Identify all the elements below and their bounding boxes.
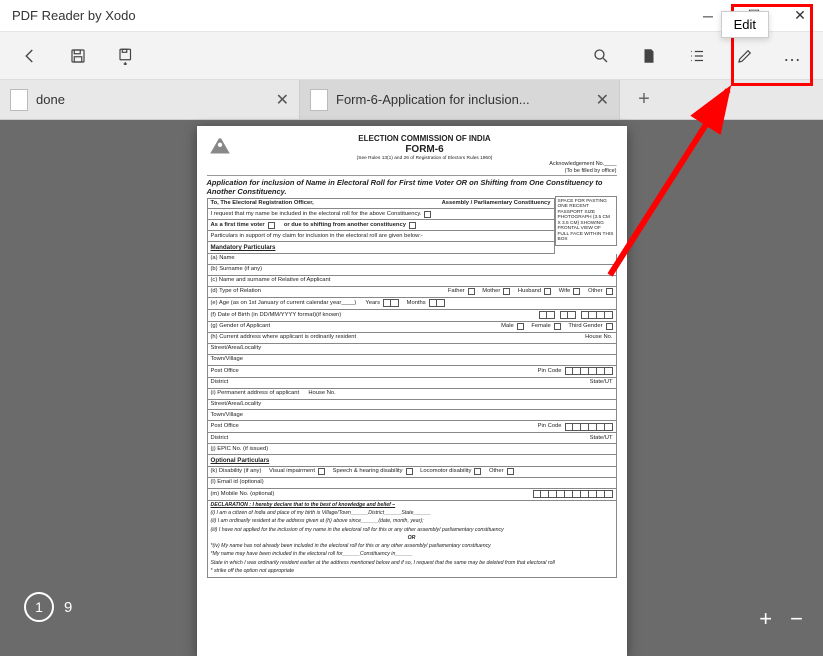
- tab-done[interactable]: done ✕: [0, 80, 300, 119]
- pdf-page: ELECTION COMMISSION OF INDIA FORM-6 (See…: [197, 126, 627, 656]
- field-town: Town/Village: [211, 356, 243, 363]
- page-indicator[interactable]: 1 9: [24, 592, 72, 622]
- tab-strip: done ✕ Form-6-Application for inclusion.…: [0, 80, 823, 120]
- field-curaddr: (h) Current address where applicant is o…: [211, 334, 357, 341]
- close-window-button[interactable]: ✕: [777, 0, 823, 32]
- save-button[interactable]: [56, 34, 100, 78]
- mandatory-header: Mandatory Particulars: [211, 244, 276, 251]
- first-time: As a first time voter: [211, 222, 265, 229]
- zoom-out-button[interactable]: −: [790, 606, 803, 632]
- pdf-thumb-icon: [310, 89, 328, 111]
- tab-label: done: [36, 92, 268, 107]
- pdf-thumb-icon: [10, 89, 28, 111]
- field-reltype: (d) Type of Relation: [211, 288, 261, 295]
- current-page: 1: [24, 592, 54, 622]
- field-dob: (f) Date of Birth (in DD/MM/YYYY format)…: [211, 312, 342, 319]
- app-title: PDF Reader by Xodo: [12, 8, 136, 23]
- save-icon: [69, 47, 87, 65]
- total-pages: 9: [64, 599, 72, 616]
- form-number: FORM-6: [207, 144, 617, 156]
- field-disability: (k) Disability (if any): [211, 468, 262, 475]
- view-options-button[interactable]: [675, 34, 719, 78]
- org-name: ELECTION COMMISSION OF INDIA: [207, 134, 617, 144]
- field-age: (e) Age (as on 1st January of current ca…: [211, 300, 357, 307]
- tab-close-button[interactable]: ✕: [596, 90, 609, 110]
- field-permaddr: (i) Permanent address of applicant: [211, 390, 300, 397]
- optional-header: Optional Particulars: [211, 457, 270, 464]
- tab-label: Form-6-Application for inclusion...: [336, 92, 588, 107]
- zoom-controls: + −: [759, 606, 803, 632]
- field-surname: (b) Surname (if any): [211, 266, 263, 273]
- field-post: Post Office: [211, 368, 239, 375]
- field-district: District: [211, 379, 229, 386]
- edit-tooltip: Edit: [721, 11, 769, 38]
- zoom-in-button[interactable]: +: [759, 606, 772, 632]
- save-as-button[interactable]: [104, 34, 148, 78]
- document-icon: [640, 47, 658, 65]
- more-button[interactable]: …: [771, 34, 815, 78]
- tab-close-button[interactable]: ✕: [276, 90, 289, 110]
- fill-by: (To be filled by office): [565, 168, 617, 174]
- search-button[interactable]: [579, 34, 623, 78]
- shift-line: or due to shifting from another constitu…: [284, 222, 406, 229]
- field-name: (a) Name: [211, 255, 235, 262]
- document-viewer[interactable]: ELECTION COMMISSION OF INDIA FORM-6 (See…: [0, 120, 823, 656]
- field-relname: (c) Name and surname of Relative of Appl…: [211, 277, 331, 284]
- ack-no: Acknowledgement No.____: [549, 161, 616, 167]
- document-view-button[interactable]: [627, 34, 671, 78]
- photo-box: SPACE FOR PASTING ONE RECENT PASSPORT SI…: [555, 196, 617, 246]
- toolbar: …: [0, 32, 823, 80]
- list-icon: [688, 47, 706, 65]
- field-epic: (j) EPIC No. (if issued): [211, 446, 269, 453]
- application-title: Application for inclusion of Name in Ele…: [207, 175, 617, 196]
- field-email: (l) Email id (optional): [211, 479, 264, 486]
- save-down-icon: [117, 47, 135, 65]
- request-line: I request that my name be included in th…: [211, 211, 422, 218]
- tab-form6[interactable]: Form-6-Application for inclusion... ✕: [300, 80, 620, 119]
- titlebar: PDF Reader by Xodo ─ ☐ ✕: [0, 0, 823, 32]
- pencil-icon: [736, 47, 754, 65]
- field-mobile: (m) Mobile No. (optional): [211, 491, 275, 498]
- edit-button[interactable]: [723, 34, 767, 78]
- assembly-label: Assembly / Parliamentary Constituency: [442, 200, 551, 207]
- eci-logo-icon: [207, 134, 233, 160]
- search-icon: [592, 47, 610, 65]
- field-street: Street/Area/Locality: [211, 345, 262, 352]
- particulars-line: Particulars in support of my claim for i…: [211, 233, 423, 240]
- to-line: To, The Electoral Registration Officer,: [211, 200, 314, 207]
- back-button[interactable]: [8, 34, 52, 78]
- declaration-header: DECLARATION : I hereby declare that to t…: [211, 501, 396, 509]
- field-gender: (g) Gender of Applicant: [211, 323, 271, 330]
- back-icon: [21, 47, 39, 65]
- new-tab-button[interactable]: +: [620, 80, 668, 119]
